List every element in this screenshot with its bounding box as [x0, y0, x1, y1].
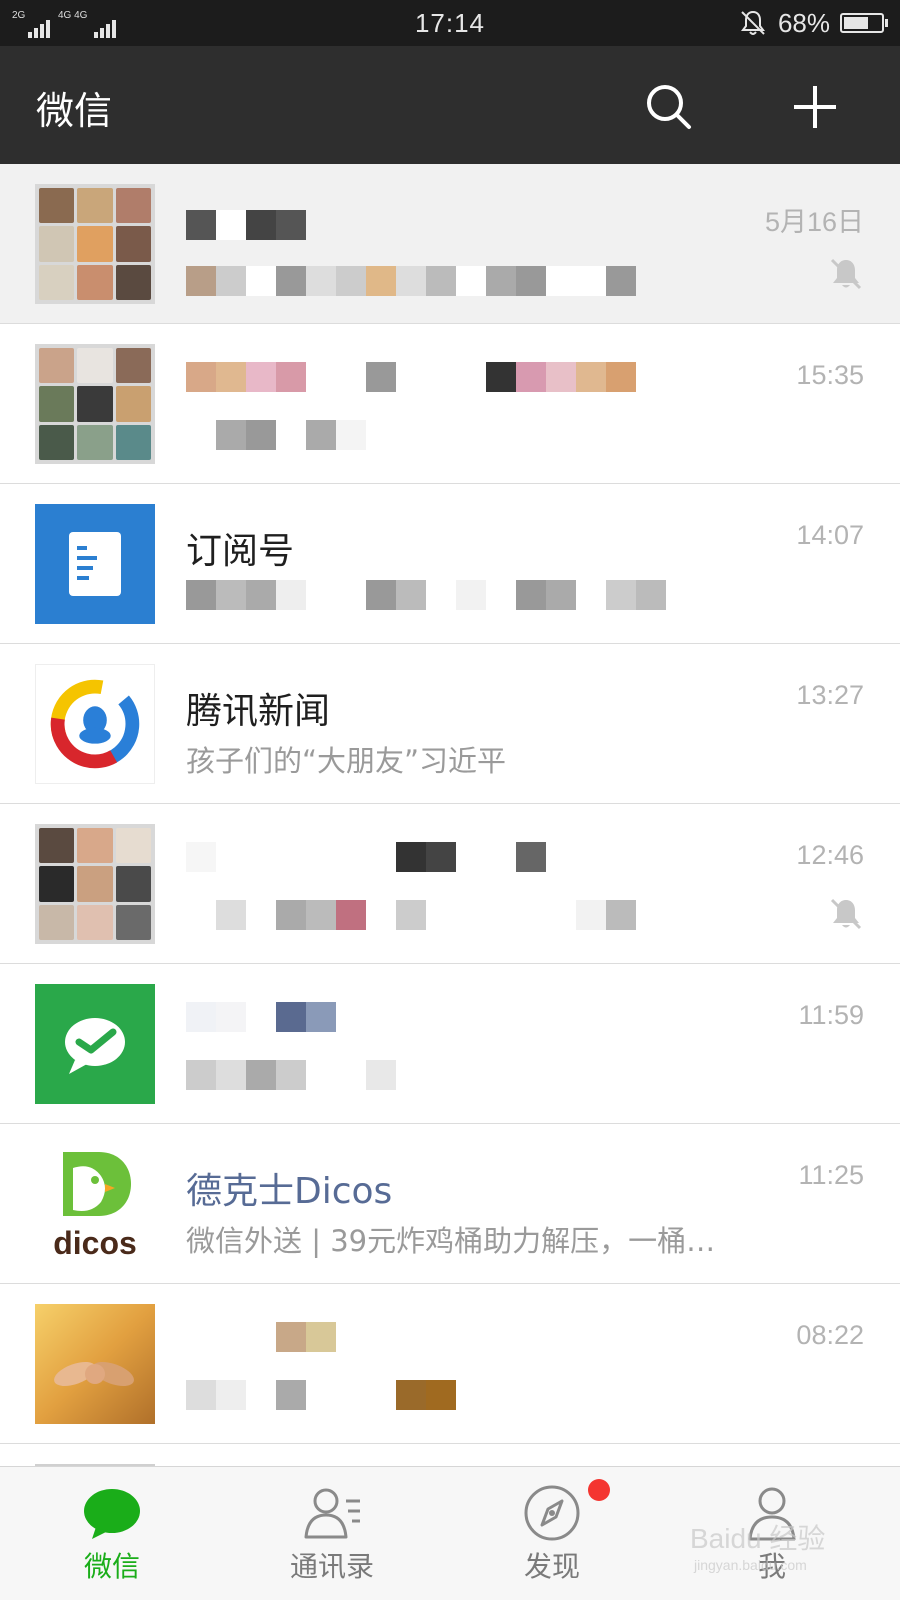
- tab-discover[interactable]: 发现: [482, 1477, 622, 1597]
- status-bar: 2G 4G 4G 17:14 68%: [0, 0, 900, 46]
- dicos-avatar: dicos: [35, 1144, 155, 1264]
- group-avatar: [35, 344, 155, 464]
- mute-icon: [830, 898, 862, 930]
- chat-row[interactable]: 15:35: [0, 324, 900, 484]
- contacts-icon: [304, 1488, 360, 1539]
- chat-row[interactable]: dicos 德克士Dicos 微信外送 | 39元炸鸡桶助力解压，一桶… 11:…: [0, 1124, 900, 1284]
- chat-name: 订阅号: [186, 531, 295, 572]
- bell-muted-icon: [740, 10, 765, 35]
- service-avatar: [35, 984, 155, 1104]
- chat-row[interactable]: 08:22: [0, 1284, 900, 1444]
- chat-time: 13:27: [796, 680, 864, 710]
- chat-time: 11:25: [798, 1160, 864, 1190]
- chat-preview: 孩子们的“大朋友”习近平: [186, 744, 507, 778]
- discover-badge: [588, 1479, 610, 1501]
- obscured-name: [186, 1002, 336, 1032]
- obscured-preview: [186, 1380, 456, 1410]
- chat-time: 15:35: [796, 360, 864, 390]
- chat-name: 德克士Dicos: [186, 1171, 393, 1212]
- baidu-watermark: Baidu 经验 jingyan.baidu.com: [690, 1517, 825, 1573]
- obscured-preview: [186, 1060, 396, 1090]
- chat-row[interactable]: [0, 1444, 900, 1466]
- check-bubble-icon: [65, 1018, 125, 1074]
- tab-chats[interactable]: 微信: [42, 1477, 182, 1597]
- obscured-preview: [186, 580, 666, 610]
- subscription-avatar: [35, 504, 155, 624]
- compass-icon: [524, 1485, 580, 1541]
- tab-bar: 微信 通讯录 发现 我 Baidu 经验 jingyan.baidu.com: [0, 1466, 900, 1600]
- tab-label: 微信: [83, 1550, 140, 1583]
- chat-time: 5月16日: [764, 207, 864, 237]
- watermark-text: Baidu 经验: [690, 1523, 826, 1554]
- chat-list: 5月16日 15:35 订阅号 14:07 腾讯新闻 孩子们的“大朋友”习近平 …: [0, 164, 900, 1466]
- chat-row[interactable]: 12:46: [0, 804, 900, 964]
- chat-row[interactable]: 11:59: [0, 964, 900, 1124]
- chat-time: 14:07: [796, 520, 864, 550]
- document-icon: [69, 532, 121, 596]
- page-title: 微信: [36, 89, 113, 133]
- mute-icon: [830, 258, 862, 290]
- chat-preview: 微信外送 | 39元炸鸡桶助力解压，一桶…: [186, 1224, 716, 1258]
- svg-text:dicos: dicos: [53, 1225, 137, 1261]
- watermark-url: jingyan.baidu.com: [694, 1557, 807, 1573]
- obscured-name: [186, 210, 306, 240]
- tab-label: 通讯录: [289, 1550, 374, 1583]
- chat-time: 12:46: [796, 840, 864, 870]
- tencent-news-avatar: [35, 664, 155, 784]
- chat-time: 11:59: [798, 1000, 864, 1030]
- plus-icon[interactable]: [790, 82, 840, 132]
- photo-avatar: [35, 1304, 155, 1424]
- obscured-name: [186, 1322, 336, 1352]
- battery-icon: [840, 13, 888, 33]
- chat-row[interactable]: 5月16日: [0, 164, 900, 324]
- tab-contacts[interactable]: 通讯录: [262, 1477, 402, 1597]
- obscured-preview: [186, 266, 636, 296]
- chat-bubble-icon: [84, 1489, 140, 1539]
- obscured-preview: [186, 420, 366, 450]
- battery-percent: 68%: [777, 7, 830, 38]
- obscured-preview: [186, 900, 636, 930]
- chat-name: 腾讯新闻: [186, 691, 331, 732]
- search-icon[interactable]: [644, 82, 694, 132]
- chat-row[interactable]: 腾讯新闻 孩子们的“大朋友”习近平 13:27: [0, 644, 900, 804]
- tencent-news-logo-icon: [50, 679, 140, 769]
- status-right: 68%: [738, 6, 888, 40]
- tab-label: 发现: [523, 1550, 580, 1583]
- chat-row[interactable]: 订阅号 14:07: [0, 484, 900, 644]
- dicos-logo-icon: dicos: [53, 1152, 137, 1261]
- holding-hands-icon: [54, 1361, 134, 1387]
- obscured-name: [186, 842, 546, 872]
- group-avatar: [35, 184, 155, 304]
- group-avatar: [35, 824, 155, 944]
- chat-time: 08:22: [796, 1320, 864, 1350]
- obscured-name: [186, 362, 636, 392]
- app-header: 微信: [0, 46, 900, 164]
